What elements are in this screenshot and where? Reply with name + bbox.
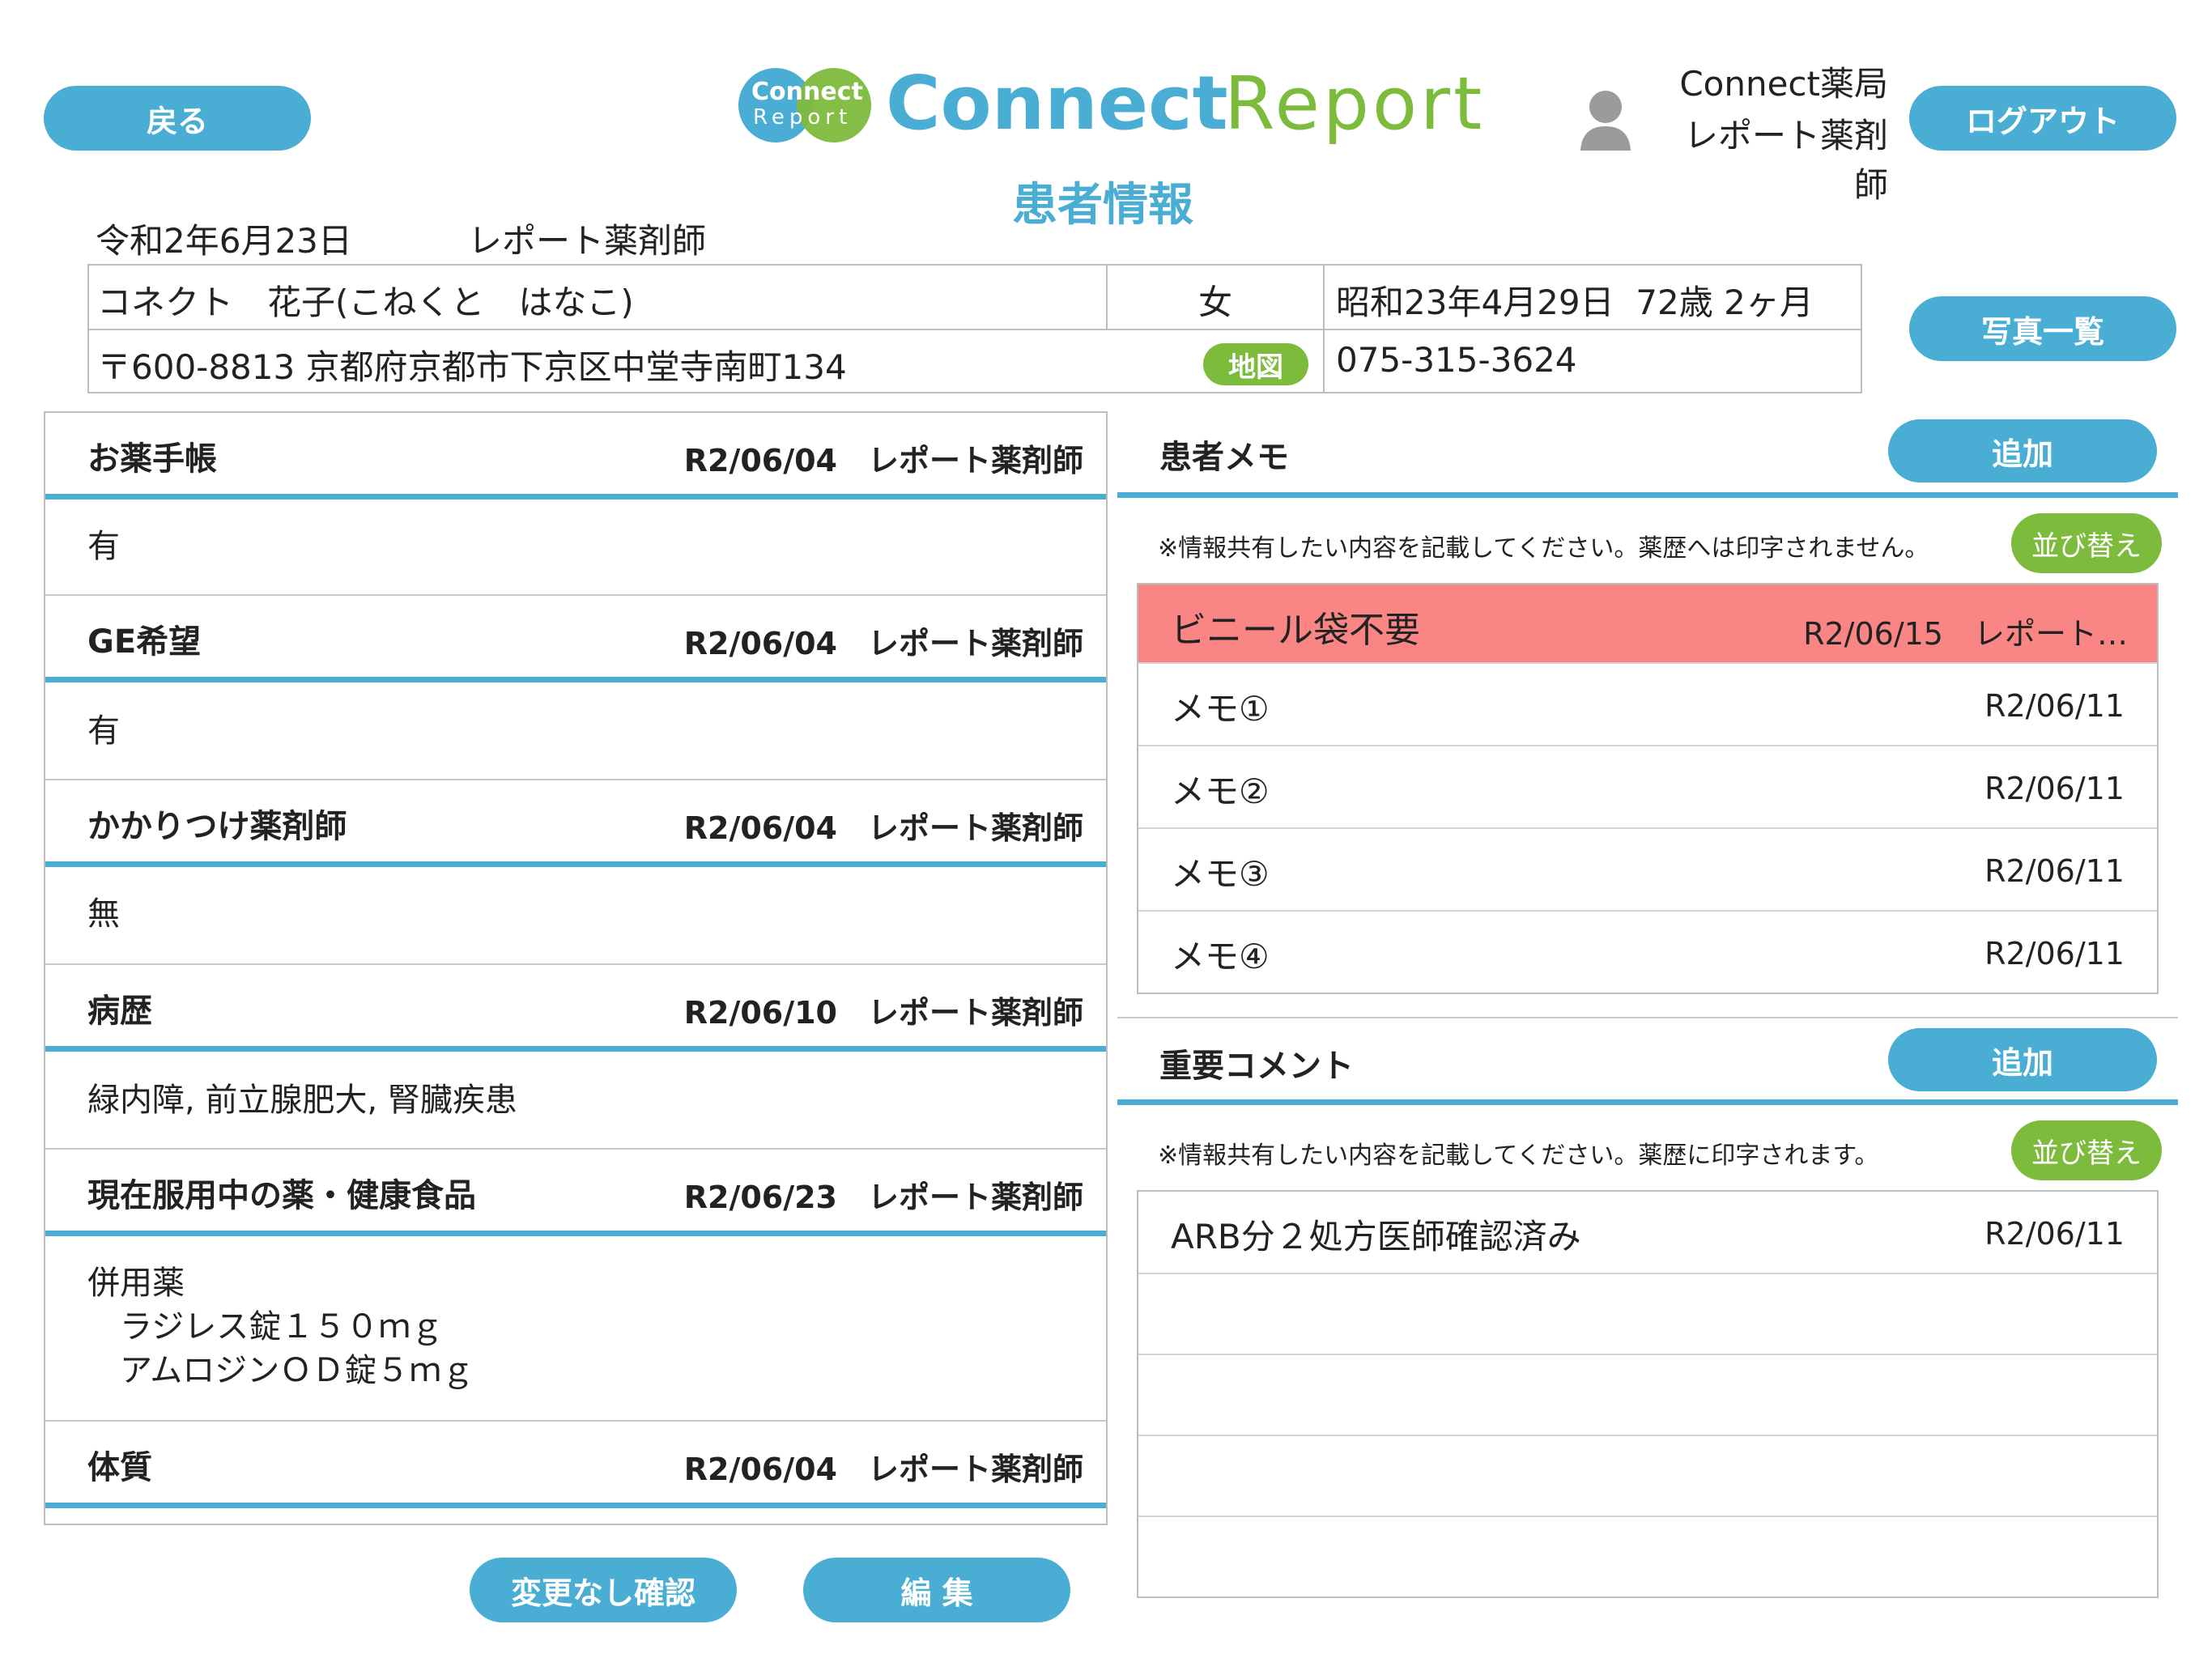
section-value-line: アムロジンＯＤ錠５ｍｇ: [87, 1352, 474, 1389]
important-comment-title: 重要コメント: [1159, 1048, 1354, 1085]
memo-add-button[interactable]: 追加: [1888, 419, 2157, 483]
section-ge-kibou: GE希望 R2/06/04 レポート薬剤師 有: [45, 596, 1106, 780]
memo-item-text: メモ③: [1171, 854, 1270, 894]
section-value: 緑内障, 前立腺肥大, 腎臓疾患: [87, 1082, 517, 1119]
comment-empty-row: [1138, 1354, 2157, 1436]
edit-button[interactable]: 編 集: [803, 1558, 1070, 1622]
memo-item-date: R2/06/11: [1984, 771, 2125, 806]
patient-birthdate: 昭和23年4月29日 72歳 2ヶ月: [1336, 283, 1814, 322]
memo-note: ※情報共有したい内容を記載してください。薬歴へは印字されません。: [1158, 534, 1929, 563]
user-name: レポート薬剤師: [1683, 116, 1888, 205]
page-title: 患者情報: [1012, 179, 1193, 232]
patient-address: 〒600-8813 京都府京都市下京区中堂寺南町134: [97, 347, 847, 387]
comment-empty-row: [1138, 1516, 2157, 1596]
section-value-line: 併用薬: [87, 1265, 185, 1302]
memo-item-text: メモ①: [1171, 689, 1270, 729]
section-meta: R2/06/04 レポート薬剤師: [683, 1452, 1083, 1487]
visit-pharmacist: レポート薬剤師: [468, 221, 707, 261]
comment-note: ※情報共有したい内容を記載してください。薬歴に印字されます。: [1158, 1141, 1879, 1170]
visit-date: 令和2年6月23日: [96, 221, 352, 261]
comment-empty-row: [1138, 1273, 2157, 1355]
section-meta: R2/06/10 レポート薬剤師: [683, 995, 1083, 1031]
memo-item-date: R2/06/11: [1984, 688, 2125, 724]
section-title: GE希望: [87, 623, 202, 661]
section-value: 有: [87, 712, 120, 750]
section-taishitsu: 体質 R2/06/04 レポート薬剤師: [45, 1422, 1106, 1524]
logo-badge-top-text: Connect: [751, 78, 863, 106]
section-meta: R2/06/23 レポート薬剤師: [683, 1180, 1083, 1215]
app-logo: Connect Report Connect Report: [737, 60, 1498, 154]
comment-item-text: ARB分２処方医師確認済み: [1171, 1217, 1581, 1256]
section-value-line: ラジレス錠１５０ｍｇ: [87, 1308, 444, 1346]
comment-sort-button[interactable]: 並び替え: [2011, 1120, 2162, 1180]
logo-badge-bottom-text: Report: [753, 105, 853, 130]
confirm-no-change-button[interactable]: 変更なし確認: [470, 1558, 737, 1622]
section-title: 体質: [87, 1449, 152, 1486]
memo-sort-button[interactable]: 並び替え: [2011, 513, 2162, 573]
comment-item-date: R2/06/11: [1984, 1216, 2125, 1252]
patient-memo-title: 患者メモ: [1159, 439, 1289, 476]
section-title: お薬手帳: [87, 440, 217, 478]
logo-word-connect: Connect: [886, 60, 1228, 147]
memo-item-text: メモ②: [1171, 772, 1270, 811]
patient-info-table: コネクト 花子(こねくと はなこ) 女 昭和23年4月29日 72歳 2ヶ月 〒…: [87, 264, 1862, 393]
section-okusuri-techo: お薬手帳 R2/06/04 レポート薬剤師 有: [45, 413, 1106, 596]
section-meta: R2/06/04 レポート薬剤師: [683, 443, 1083, 478]
memo-highlight-meta: R2/06/15 レポート…: [1803, 616, 2128, 652]
pharmacy-name: Connect薬局: [1679, 64, 1888, 104]
patient-sex: 女: [1197, 283, 1232, 322]
memo-item[interactable]: メモ① R2/06/11: [1138, 664, 2157, 746]
comment-add-button[interactable]: 追加: [1888, 1028, 2157, 1091]
section-meta: R2/06/04 レポート薬剤師: [683, 810, 1083, 846]
memo-item-date: R2/06/11: [1984, 936, 2125, 971]
section-title: 病歴: [87, 993, 152, 1030]
section-value: 有: [87, 528, 120, 565]
section-kakaritsuke: かかりつけ薬剤師 R2/06/04 レポート薬剤師 無: [45, 780, 1106, 965]
section-title: 現在服用中の薬・健康食品: [87, 1177, 476, 1214]
logo-word-report: Report: [1224, 62, 1486, 147]
photo-list-button[interactable]: 写真一覧: [1909, 296, 2176, 361]
back-button[interactable]: 戻る: [44, 86, 311, 151]
section-value: 無: [87, 895, 120, 933]
section-meta: R2/06/04 レポート薬剤師: [683, 626, 1083, 661]
memo-item-date: R2/06/11: [1984, 853, 2125, 889]
memo-list: ビニール袋不要 R2/06/15 レポート… メモ① R2/06/11 メモ② …: [1137, 583, 2159, 994]
logout-button[interactable]: ログアウト: [1909, 86, 2176, 151]
memo-item[interactable]: メモ② R2/06/11: [1138, 746, 2157, 829]
section-title: かかりつけ薬剤師: [87, 808, 347, 845]
memo-item-text: メモ④: [1171, 937, 1270, 976]
memo-highlight-text: ビニール袋不要: [1171, 610, 1420, 651]
comment-empty-row: [1138, 1435, 2157, 1517]
comment-item[interactable]: ARB分２処方医師確認済み R2/06/11: [1138, 1192, 2157, 1274]
user-silhouette-icon: [1580, 91, 1631, 151]
section-byoreki: 病歴 R2/06/10 レポート薬剤師 緑内障, 前立腺肥大, 腎臓疾患: [45, 965, 1106, 1150]
patient-name: コネクト 花子(こねくと はなこ): [97, 283, 634, 322]
memo-item[interactable]: メモ③ R2/06/11: [1138, 829, 2157, 912]
map-button[interactable]: 地図: [1203, 343, 1308, 385]
memo-item[interactable]: メモ④ R2/06/11: [1138, 912, 2157, 993]
memo-highlight-item[interactable]: ビニール袋不要 R2/06/15 レポート…: [1138, 585, 2157, 664]
patient-phone: 075-315-3624: [1336, 340, 1577, 380]
patient-profile-panel: お薬手帳 R2/06/04 レポート薬剤師 有 GE希望 R2/06/04 レポ…: [44, 411, 1108, 1525]
section-current-medications: 現在服用中の薬・健康食品 R2/06/23 レポート薬剤師 併用薬 ラジレス錠１…: [45, 1150, 1106, 1422]
comment-list: ARB分２処方医師確認済み R2/06/11: [1137, 1190, 2159, 1598]
